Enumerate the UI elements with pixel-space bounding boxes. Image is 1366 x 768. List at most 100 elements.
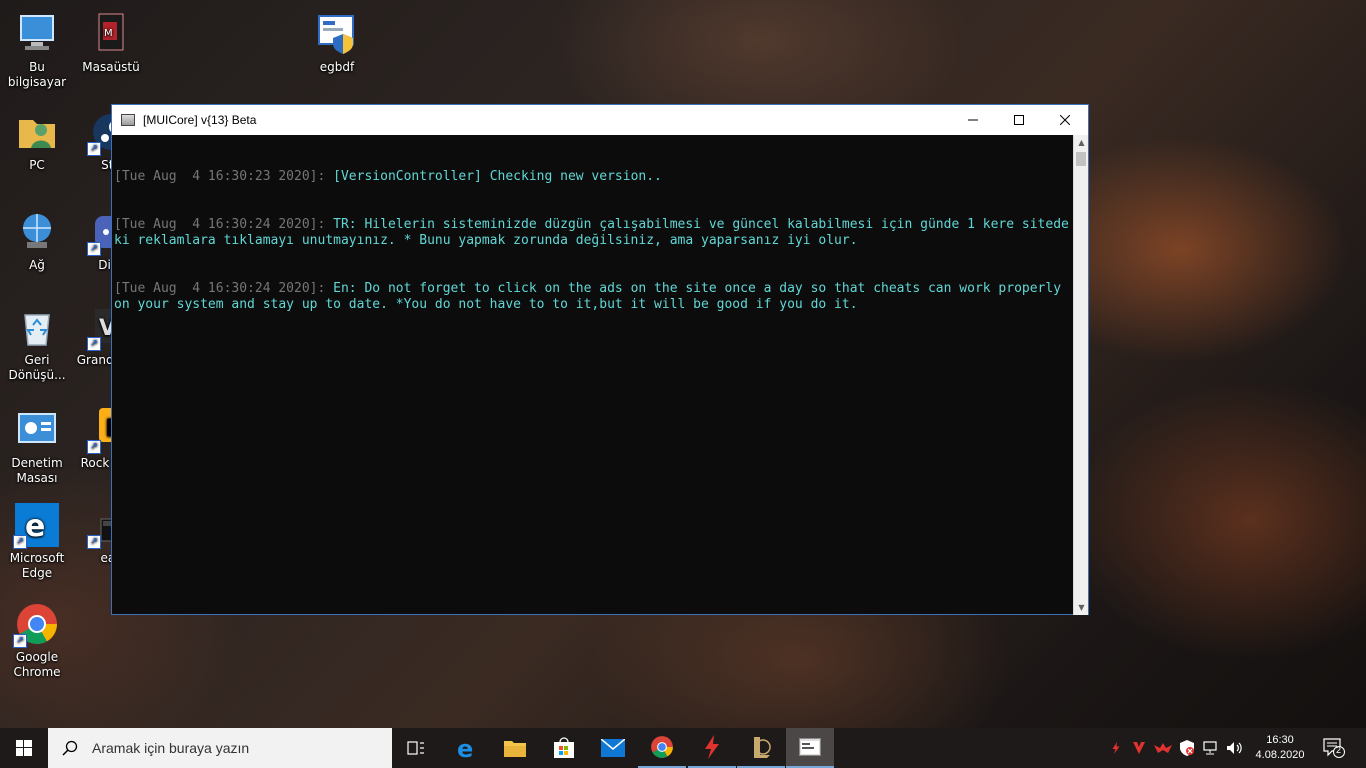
console-output: [Tue Aug 4 16:30:23 2020]: [VersionContr… [112,135,1074,615]
folder-icon [504,741,526,757]
windows-logo-icon [16,740,32,756]
desktop-icon-network[interactable]: Ağ [0,210,74,273]
taskbar-file-explorer[interactable] [491,728,539,768]
desktop-icon-label: PC [29,158,45,172]
chrome-icon: ↗ [13,602,59,648]
task-view-button[interactable] [392,728,440,768]
tray-app-3[interactable] [1152,728,1174,768]
installer-shield-icon [315,12,359,56]
taskbar-app-red[interactable] [688,728,736,768]
task-view-icon [407,741,424,755]
window-title: [MUICore] v{13} Beta [143,113,257,127]
shield-icon [1180,740,1194,756]
shortcut-arrow-icon: ↗ [87,535,101,549]
mail-icon [601,739,625,757]
search-input[interactable] [90,739,384,757]
scroll-down-icon[interactable]: ▼ [1074,600,1089,615]
volume-icon [1227,742,1242,754]
chrome-icon [651,736,673,758]
close-icon [1060,115,1070,125]
maximize-button[interactable] [996,105,1042,135]
action-center-button[interactable]: 2 [1314,728,1354,768]
minimize-icon [968,119,978,121]
v-logo-icon [1133,742,1145,754]
console-app-icon [799,738,821,756]
desktop-icon-edge[interactable]: e ↗ Microsoft Edge [0,503,74,581]
desktop-icon-label: egbdf [319,60,355,74]
desktop-icon-pc[interactable]: PC [0,110,74,173]
console-app-icon [121,114,135,126]
desktop-icon-label: Google Chrome [13,650,61,679]
search-icon [62,740,78,756]
lightning-icon [705,735,719,759]
maximize-icon [1014,115,1024,125]
league-icon [754,737,771,758]
log-timestamp: [Tue Aug 4 16:30:24 2020]: [114,217,334,232]
svg-text:e: e [25,509,45,544]
notification-icon [1323,738,1345,758]
tray-app-2[interactable] [1128,728,1150,768]
control-panel-icon [15,408,59,452]
desktop-icon-this-pc[interactable]: Bu bilgisayar [0,12,74,90]
folder-icon: M [89,12,133,56]
tray-security[interactable] [1176,728,1198,768]
desktop-icon-masaustu[interactable]: M Masaüstü [74,12,148,75]
svg-text:M: M [104,28,113,39]
desktop-icon-label: Masaüstü [82,60,140,74]
taskbar-chrome[interactable] [638,728,686,768]
desktop-icon-label: Geri Dönüşü... [8,353,66,382]
start-button[interactable] [0,728,48,768]
clock-date: 4.08.2020 [1255,749,1305,761]
edge-icon: e [457,736,473,760]
shortcut-arrow-icon: ↗ [13,634,27,648]
user-folder-icon [15,110,59,154]
taskbar-search[interactable] [48,728,392,768]
taskbar-console-active[interactable] [786,728,834,768]
shortcut-arrow-icon: ↗ [87,242,101,256]
shortcut-arrow-icon: ↗ [87,440,101,454]
desktop-icon-label: Denetim Masası [11,456,63,485]
console-window[interactable]: [MUICore] v{13} Beta [Tue Aug 4 16:30:23… [111,104,1089,615]
desktop-icon-label: Ağ [29,258,45,272]
computer-icon [15,12,59,56]
taskbar-mail[interactable] [589,728,637,768]
close-button[interactable] [1042,105,1088,135]
shortcut-arrow-icon: ↗ [87,337,101,351]
console-line: [Tue Aug 4 16:30:24 2020]: TR: Hilelerin… [114,217,1072,249]
taskbar-edge[interactable]: e [443,728,491,768]
bat-icon [1154,743,1172,753]
console-line: [Tue Aug 4 16:30:24 2020]: En: Do not fo… [114,281,1072,313]
desktop-icon-recycle-bin[interactable]: Geri Dönüşü... [0,305,74,383]
window-titlebar[interactable]: [MUICore] v{13} Beta [112,105,1088,135]
svg-text:e: e [457,736,473,760]
clock-time: 16:30 [1266,734,1294,746]
network-icon [15,210,59,254]
taskbar: e 16:30 [0,728,1366,768]
console-line: [Tue Aug 4 16:30:23 2020]: [VersionContr… [114,169,1072,185]
recycle-bin-icon [15,305,59,349]
log-timestamp: [Tue Aug 4 16:30:23 2020]: [114,169,334,184]
shortcut-arrow-icon: ↗ [87,142,101,156]
desktop-icon-egbdf[interactable]: egbdf [300,12,374,75]
notification-count-badge: 2 [1336,745,1342,755]
network-icon [1203,741,1217,755]
tray-volume[interactable] [1224,728,1246,768]
desktop-icon-control-panel[interactable]: Denetim Masası [0,408,74,486]
desktop-icon-chrome[interactable]: ↗ Google Chrome [0,602,74,680]
taskbar-league[interactable] [737,728,785,768]
vertical-scrollbar[interactable]: ▲ ▼ [1073,135,1088,615]
edge-icon: e ↗ [13,503,59,549]
desktop-icon-label: Microsoft Edge [9,551,65,580]
store-icon [554,737,574,758]
shortcut-arrow-icon: ↗ [13,535,27,549]
scroll-up-icon[interactable]: ▲ [1074,135,1089,150]
tray-network[interactable] [1200,728,1222,768]
log-message: [VersionController] Checking new version… [333,169,662,184]
scrollbar-thumb[interactable] [1076,152,1086,166]
taskbar-store[interactable] [540,728,588,768]
tray-clock[interactable]: 16:30 4.08.2020 [1252,728,1308,768]
desktop-icon-label: Bu bilgisayar [7,60,67,89]
lightning-icon [1112,742,1120,754]
tray-app-1[interactable] [1106,728,1126,768]
minimize-button[interactable] [950,105,996,135]
